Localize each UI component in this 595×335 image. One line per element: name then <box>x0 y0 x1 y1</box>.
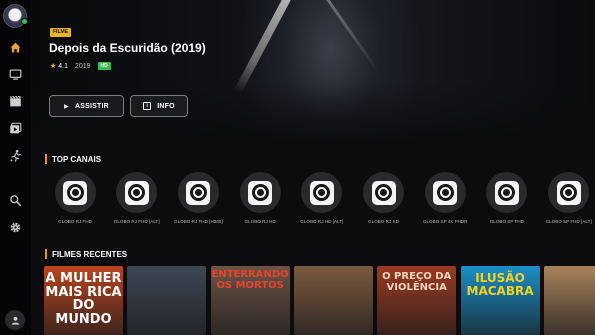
channel-tile[interactable]: GLOBO RJ FHD [ALT] <box>106 172 168 225</box>
hero-meta: ★ 4.1 2019 HD <box>50 62 111 70</box>
channel-name: GLOBO RJ HD [ALT] <box>300 219 344 224</box>
channel-logo-circle <box>486 172 528 213</box>
hero-banner <box>31 0 595 142</box>
info-label: INFO <box>157 102 175 110</box>
sports-icon[interactable] <box>7 147 24 164</box>
channel-logo-circle <box>301 172 343 213</box>
info-button[interactable]: i INFO <box>130 95 188 117</box>
movie-poster[interactable]: ILUSÃO MACABRA <box>460 266 540 335</box>
movies-section-title: FILMES RECENTES <box>45 249 127 259</box>
genre-badge: FILME <box>50 28 71 37</box>
play-icon: ▶ <box>64 103 69 110</box>
channel-logo-circle <box>239 172 281 213</box>
channel-tile[interactable]: GLOBO SP 4K FHDR <box>414 172 476 225</box>
channel-tile[interactable]: GLOBO RJ FHD <box>44 172 106 225</box>
globo-logo-icon <box>186 180 211 205</box>
hero-artwork <box>233 0 297 95</box>
channel-name: GLOBO SP FHD [ALT] <box>545 219 592 224</box>
settings-icon[interactable] <box>7 219 24 236</box>
app-logo[interactable] <box>3 4 28 28</box>
globo-logo-icon <box>433 180 458 205</box>
channels-title-text: TOP CANAIS <box>52 154 102 164</box>
globo-logo-icon <box>124 180 149 205</box>
home-icon[interactable] <box>7 39 24 56</box>
star-icon: ★ <box>50 63 57 70</box>
search-icon[interactable] <box>7 192 24 209</box>
channel-tile[interactable]: GLOBO RJ FHD [H265] <box>167 172 229 225</box>
movie-icon[interactable] <box>7 93 24 110</box>
globo-logo-icon <box>556 180 581 205</box>
watch-button[interactable]: ▶ ASSISTIR <box>49 95 124 117</box>
channels-section-title: TOP CANAIS <box>45 154 101 164</box>
channel-tile[interactable]: GLOBO SP FHD <box>476 172 538 225</box>
globo-logo-icon <box>309 180 334 205</box>
movie-poster[interactable]: A MULHER MAIS RICA DO MUNDO <box>44 266 123 335</box>
channel-name: GLOBO RJ FHD [H265] <box>174 219 223 224</box>
globo-logo-icon <box>63 180 87 205</box>
channel-tile[interactable]: GLOBO SP FHD [ALT] <box>538 172 595 225</box>
movies-row: A MULHER MAIS RICA DO MUNDO ENTERRANDO OS… <box>44 266 595 335</box>
online-status-dot <box>21 18 28 25</box>
hero-artwork-detail <box>325 0 380 73</box>
info-icon: i <box>143 102 152 110</box>
movie-poster[interactable]: ENTERRANDO OS MORTOS <box>210 266 290 335</box>
globo-logo-icon <box>494 180 519 205</box>
channel-name: GLOBO RJ FHD <box>58 219 92 224</box>
channel-logo-circle <box>363 172 404 213</box>
section-accent-bar <box>45 154 47 164</box>
movie-poster[interactable]: O PREÇO DA VIOLÊNCIA <box>377 266 457 335</box>
quality-badge: HD <box>97 62 111 70</box>
release-year: 2019 <box>74 62 91 70</box>
rating-value: 4.1 <box>58 63 68 70</box>
hero-title: Depois da Escuridão (2019) <box>49 41 206 55</box>
watch-label: ASSISTIR <box>74 102 109 110</box>
channel-logo-circle <box>548 172 590 213</box>
channel-logo-circle <box>177 172 219 213</box>
channel-name: GLOBO RJ SD <box>368 219 399 224</box>
globo-logo-icon <box>371 180 396 205</box>
channel-name: GLOBO SP 4K FHDR <box>422 219 468 224</box>
channel-tile[interactable]: GLOBO RJ HD [ALT] <box>291 172 353 225</box>
channel-tile[interactable]: GLOBO RJ HD <box>229 172 291 225</box>
sidebar <box>0 0 31 335</box>
movie-poster[interactable] <box>543 266 595 335</box>
channel-logo-circle <box>54 172 96 213</box>
profile-icon[interactable] <box>5 310 25 330</box>
movie-poster-title: A MULHER MAIS RICA DO MUNDO <box>45 271 122 327</box>
movie-poster[interactable] <box>293 266 373 335</box>
channels-row: GLOBO RJ FHD GLOBO RJ FHD [ALT] GLOBO RJ F… <box>44 172 595 234</box>
movie-poster-title: ILUSÃO MACABRA <box>466 271 534 298</box>
channel-name: GLOBO RJ FHD [ALT] <box>113 219 160 224</box>
movie-poster[interactable] <box>127 266 207 335</box>
globo-logo-icon <box>248 180 273 205</box>
movie-poster-title: O PREÇO DA VIOLÊNCIA <box>382 271 452 293</box>
channel-name: GLOBO SP FHD <box>489 219 525 224</box>
channel-logo-circle <box>424 172 466 213</box>
section-accent-bar <box>45 249 47 259</box>
movies-title-text: FILMES RECENTES <box>52 249 128 259</box>
series-icon[interactable] <box>7 120 24 137</box>
channel-logo-circle <box>116 172 158 213</box>
channel-tile[interactable]: GLOBO RJ SD <box>353 172 415 225</box>
channel-name: GLOBO RJ HD <box>244 219 276 224</box>
movie-poster-title: ENTERRANDO OS MORTOS <box>211 269 289 291</box>
rating: ★ 4.1 <box>50 62 68 70</box>
tv-icon[interactable] <box>7 66 24 83</box>
